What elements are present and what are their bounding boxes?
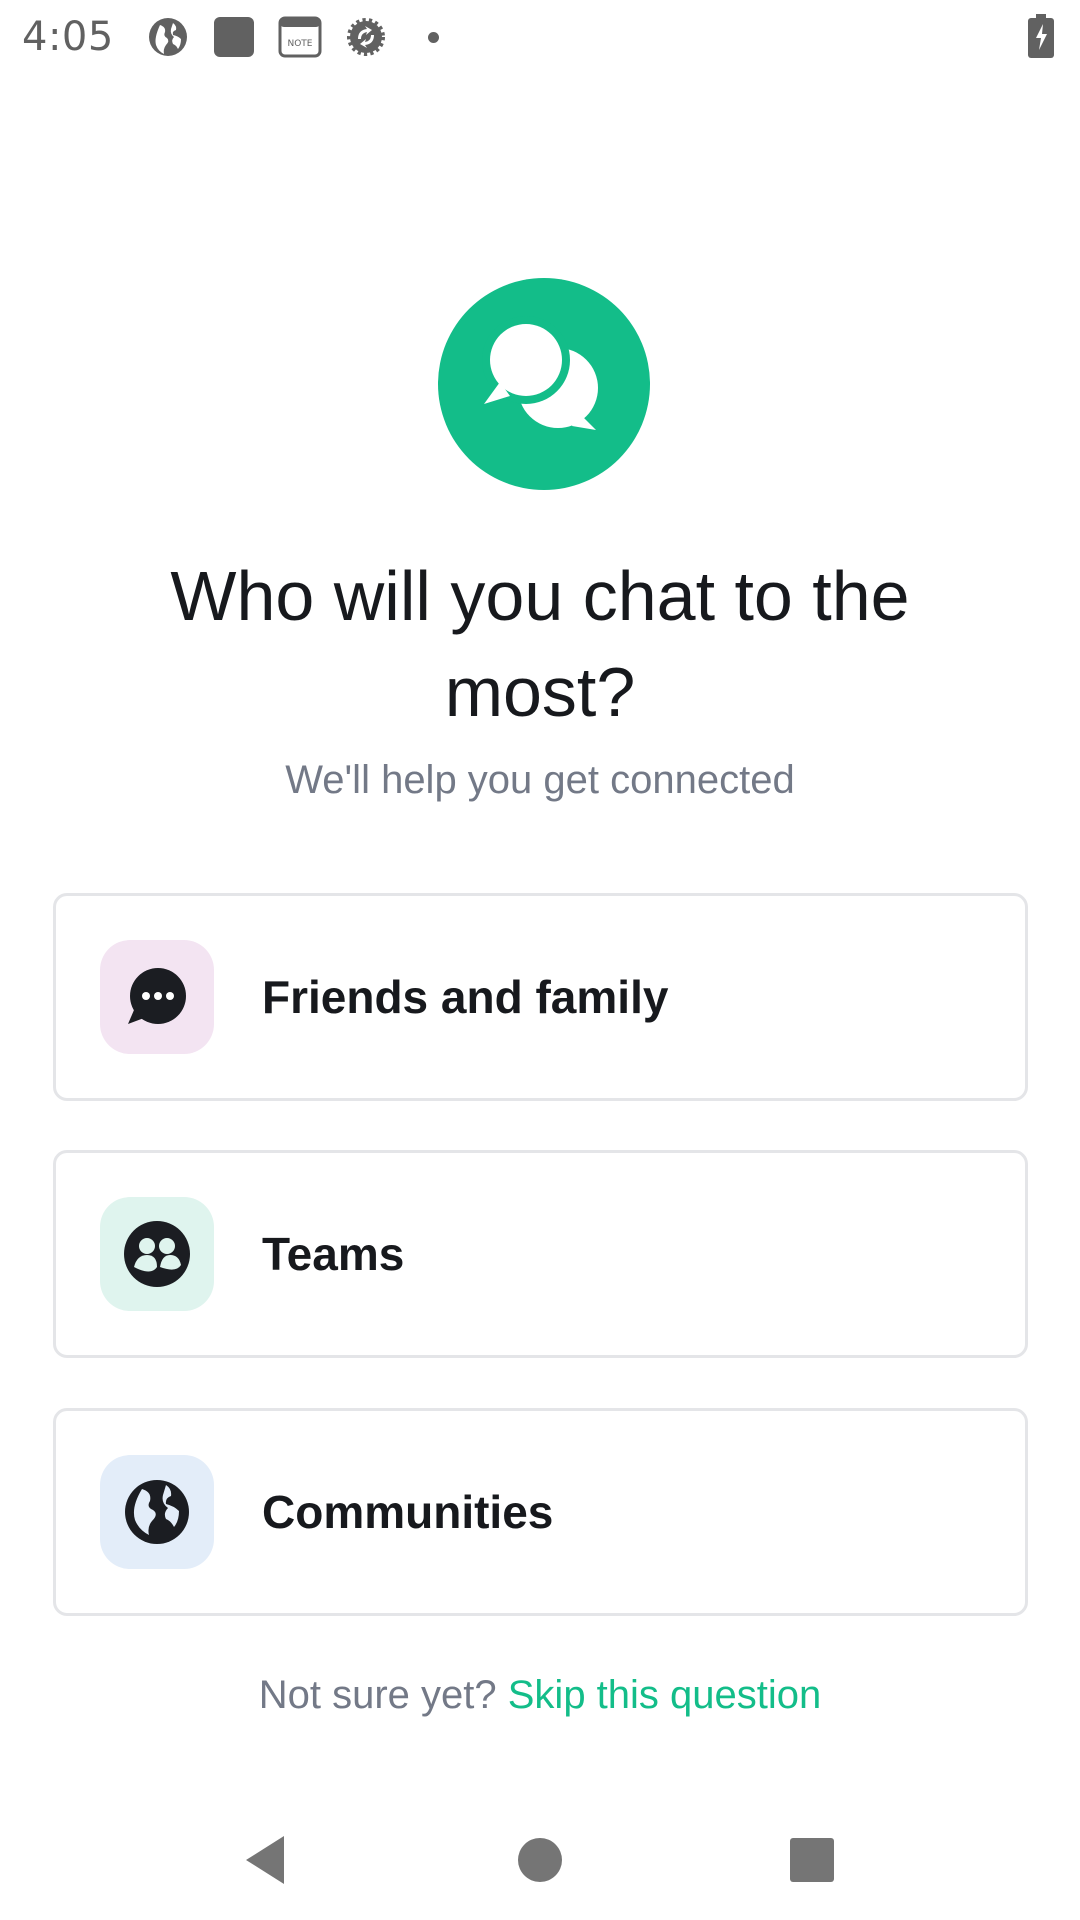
navigation-bar <box>0 1800 1080 1920</box>
option-icon-container <box>100 1197 214 1311</box>
status-time: 4:05 <box>22 14 114 60</box>
skip-row: Not sure yet? Skip this question <box>0 1673 1080 1718</box>
recents-icon[interactable] <box>772 1820 852 1900</box>
home-icon[interactable] <box>500 1820 580 1900</box>
chat-bubbles-icon <box>438 278 650 490</box>
option-teams[interactable]: Teams <box>53 1150 1028 1358</box>
back-icon[interactable] <box>226 1820 306 1900</box>
option-friends-and-family[interactable]: Friends and family <box>53 893 1028 1101</box>
status-icons: NOTE <box>146 15 439 59</box>
group-icon <box>124 1221 190 1287</box>
note-icon: NOTE <box>278 15 322 59</box>
note-icon-text: NOTE <box>287 39 312 49</box>
option-label: Friends and family <box>262 971 669 1023</box>
status-bar: 4:05 NOTE <box>0 0 1080 74</box>
sync-icon <box>344 15 388 59</box>
option-icon-container <box>100 1455 214 1569</box>
option-label: Teams <box>262 1228 405 1280</box>
globe-icon <box>146 15 190 59</box>
page-subtitle: We'll help you get connected <box>285 758 795 802</box>
page-title: Who will you chat to the most? <box>170 557 910 731</box>
option-icon-container <box>100 940 214 1054</box>
skip-prompt: Not sure yet? <box>258 1673 497 1717</box>
skip-question-link[interactable]: Skip this question <box>508 1673 822 1717</box>
dot-icon <box>427 31 439 43</box>
chat-dots-icon <box>128 968 186 1024</box>
option-communities[interactable]: Communities <box>53 1408 1028 1616</box>
screen: 4:05 NOTE Who will you chat to the most?… <box>0 0 1080 1920</box>
square-app-icon <box>212 15 256 59</box>
globe-icon <box>125 1480 189 1544</box>
battery-charging-icon <box>1028 14 1054 63</box>
option-label: Communities <box>262 1486 554 1538</box>
